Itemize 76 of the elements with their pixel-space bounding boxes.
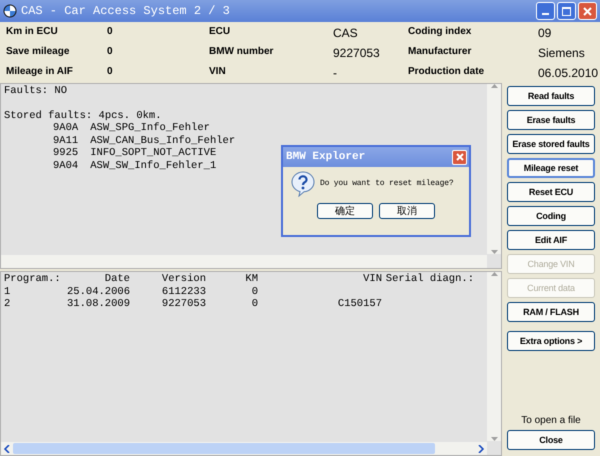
table-cell-text: 31.08.2009 — [66, 298, 130, 310]
fault-name: INFO_SOPT_NOT_ACTIVE — [90, 147, 216, 160]
info-value: 9227053 — [333, 46, 381, 60]
info-label: Production date — [408, 66, 486, 79]
table-cell-text: 0 — [250, 286, 258, 298]
maximize-button[interactable] — [557, 2, 576, 20]
table-cell-text: 6112233 — [160, 286, 206, 298]
close-window-button[interactable]: Close — [507, 430, 595, 450]
action-button[interactable]: Read faults — [507, 86, 595, 106]
fault-name: ASW_CAN_Bus_Info_Fehler — [90, 134, 236, 147]
info-value: CAS — [333, 26, 359, 40]
table-cell-text: 1 — [4, 286, 12, 298]
fault-name: ASW_SPG_Info_Fehler — [90, 122, 210, 134]
action-button[interactable]: Edit AIF — [507, 230, 595, 250]
column-header: Program.: — [4, 273, 60, 286]
close-button[interactable] — [578, 2, 597, 20]
app-icon — [3, 4, 17, 18]
info-value: 0 — [107, 66, 114, 79]
info-label: Km in ECU — [6, 26, 59, 39]
stored-faults-summary: Stored faults: 4pcs. 0km. — [4, 110, 163, 122]
column-header: KM — [244, 273, 258, 286]
action-button[interactable]: Erase faults — [507, 110, 595, 130]
table-cell-text: 25.04.2006 — [66, 286, 130, 298]
action-button[interactable]: Extra options > — [507, 331, 595, 351]
maximize-icon — [562, 6, 571, 16]
info-value: 0 — [107, 46, 114, 59]
vertical-scrollbar[interactable] — [487, 84, 501, 254]
info-label: Mileage in AIF — [6, 66, 74, 79]
close-icon — [456, 153, 464, 161]
table-cell-text: 9227053 — [160, 298, 206, 310]
horizontal-scrollbar[interactable] — [1, 255, 487, 268]
action-button[interactable]: Reset ECU — [507, 182, 595, 202]
window-title: CAS - Car Access System 2 / 3 — [21, 4, 231, 18]
down-arrow-icon[interactable] — [490, 437, 498, 441]
info-label: Manufacturer — [408, 46, 472, 59]
dialog-close-button[interactable] — [452, 150, 467, 164]
info-value: - — [333, 66, 338, 80]
fault-name: ASW_SW_Info_Fehler_1 — [90, 160, 216, 172]
column-header: Version — [160, 273, 206, 286]
dialog-message: Do you want to reset mileage? — [320, 178, 454, 190]
action-button[interactable]: Erase stored faults — [507, 134, 595, 154]
action-button[interactable]: Mileage reset — [507, 158, 595, 178]
info-label: VIN — [209, 66, 227, 79]
horizontal-scrollbar[interactable] — [1, 442, 487, 455]
fault-code: 9A0A — [53, 122, 78, 134]
action-button[interactable]: RAM / FLASH — [507, 302, 595, 322]
faults-status: Faults: NO — [4, 85, 68, 98]
dialog-button[interactable]: 确定 — [317, 203, 373, 219]
column-header: Serial diagn.: — [384, 273, 474, 286]
minimize-button[interactable] — [536, 2, 555, 20]
table-cell-text: 2 — [4, 298, 12, 310]
up-arrow-icon[interactable] — [490, 272, 498, 276]
info-value: 09 — [538, 26, 552, 40]
vertical-scrollbar[interactable] — [487, 272, 501, 441]
table-cell-text: C150157 — [336, 298, 382, 310]
down-arrow-icon[interactable] — [490, 250, 498, 254]
question-icon — [291, 171, 315, 197]
info-label: ECU — [209, 26, 232, 39]
close-icon — [583, 6, 592, 16]
dialog-title: BMW Explorer — [286, 151, 366, 163]
fault-code: 9925 — [53, 147, 78, 160]
info-value: 06.05.2010 — [538, 66, 598, 80]
column-header: Date — [104, 273, 130, 286]
fault-code: 9A04 — [53, 160, 78, 172]
table-cell-text: 0 — [250, 298, 258, 310]
action-button[interactable]: Coding — [507, 206, 595, 226]
info-label: BMW number — [209, 46, 274, 59]
up-arrow-icon[interactable] — [490, 84, 498, 88]
info-value: Siemens — [538, 46, 586, 60]
fault-code: 9A11 — [53, 134, 78, 147]
open-file-hint: To open a file — [521, 415, 581, 426]
info-value: 0 — [107, 26, 114, 39]
column-header: VIN — [362, 273, 382, 286]
dialog-button[interactable]: 取消 — [379, 203, 435, 219]
info-label: Coding index — [408, 26, 472, 39]
info-label: Save mileage — [6, 46, 70, 59]
